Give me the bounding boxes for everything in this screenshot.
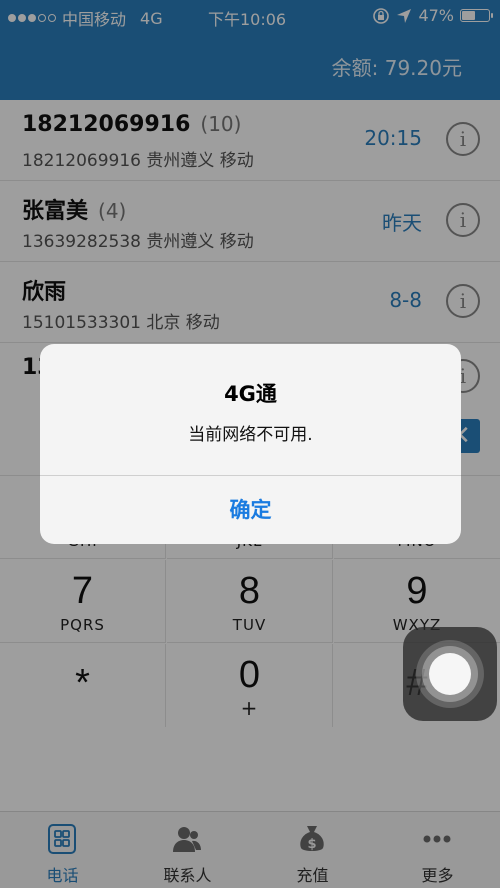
alert-message: 当前网络不可用. xyxy=(188,425,313,445)
alert-title: 4G通 xyxy=(224,382,277,406)
assistive-touch-button[interactable] xyxy=(403,627,497,721)
network-alert-dialog: 4G通 当前网络不可用. 确定 xyxy=(40,344,461,544)
confirm-button[interactable]: 确定 xyxy=(40,476,461,544)
